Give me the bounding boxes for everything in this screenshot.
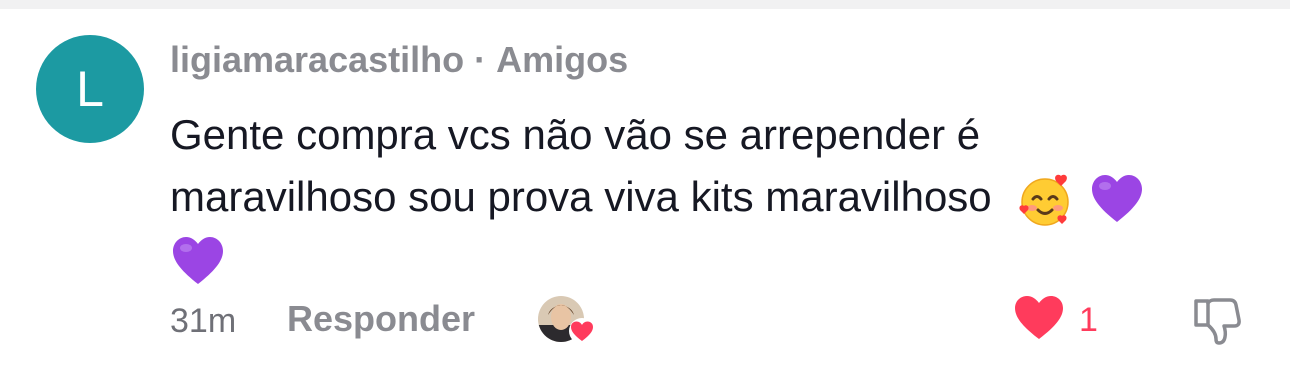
reply-button[interactable]: Responder [287,299,475,339]
thumbs-down-icon[interactable] [1192,295,1244,347]
comment-line-1: Gente compra vcs não vão se arrepender é [170,111,981,158]
top-divider-strip [0,0,1290,9]
like-button[interactable]: 1 [1013,295,1098,346]
header-separator: · [474,39,487,80]
comment-time: 31m [170,302,237,340]
relation-label: Amigos [496,39,629,80]
comment-line-3 [170,228,1250,290]
avatar-initial: L [76,61,104,117]
comment-line-2: maravilhoso sou prova viva kits maravilh… [170,166,1250,228]
creator-avatar-with-heart-icon [538,295,598,345]
comment-text: Gente compra vcs não vão se arrepender é… [170,104,1250,290]
heart-icon [1013,295,1065,346]
avatar[interactable]: L [36,35,144,143]
purple-heart-icon [1089,172,1145,228]
smiling-face-with-hearts-icon [1017,172,1073,228]
comment-header: ligiamaracastilho · Amigos [170,38,628,82]
username[interactable]: ligiamaracastilho [170,39,464,80]
purple-heart-icon [170,234,226,290]
like-count: 1 [1079,301,1098,339]
